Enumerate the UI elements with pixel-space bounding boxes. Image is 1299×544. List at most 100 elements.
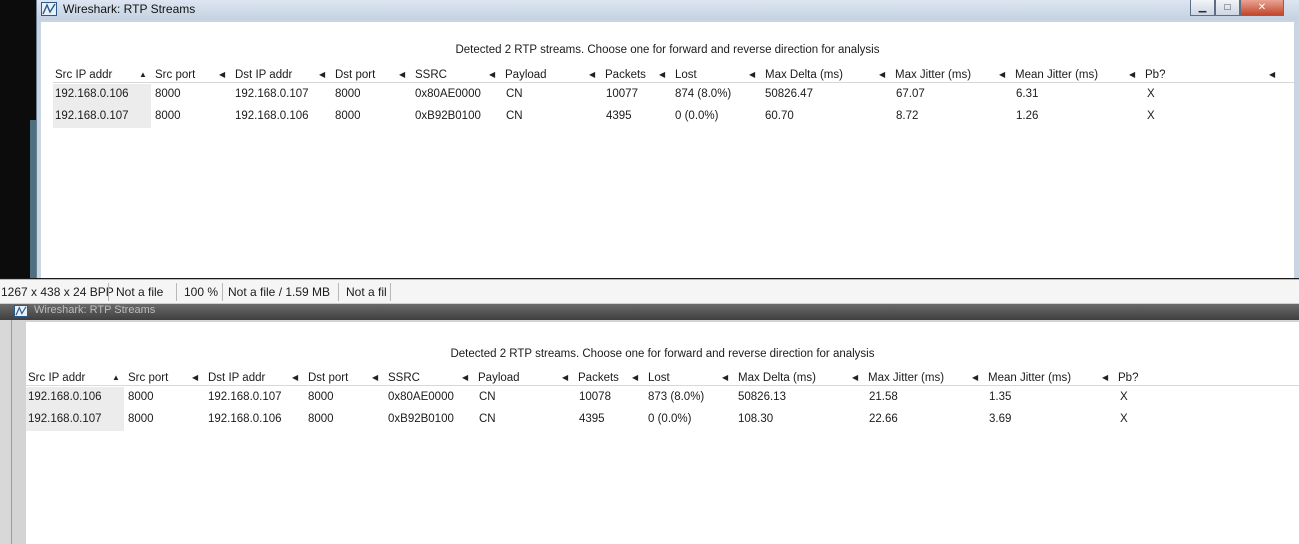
window-frame: Detected 2 RTP streams. Choose one for f… bbox=[12, 320, 1299, 544]
col-lost[interactable]: Lost bbox=[675, 68, 697, 83]
col-max-jitter[interactable]: Max Jitter (ms) bbox=[868, 371, 944, 386]
col-payload[interactable]: Payload bbox=[505, 68, 547, 83]
column-resize-arrow-icon: ◀ bbox=[1129, 70, 1136, 79]
status-divider bbox=[176, 283, 177, 301]
col-max-delta[interactable]: Max Delta (ms) bbox=[738, 371, 816, 386]
close-button[interactable]: ✕ bbox=[1240, 0, 1284, 16]
status-file: Not a file bbox=[116, 285, 164, 299]
cell-ssrc: 0xB92B0100 bbox=[415, 110, 481, 122]
column-resize-arrow-icon: ◀ bbox=[1102, 373, 1109, 382]
cell-max-delta: 50826.47 bbox=[765, 88, 813, 100]
cell-lost: 873 (8.0%) bbox=[648, 391, 705, 403]
cell-src-ip: 192.168.0.107 bbox=[26, 409, 124, 431]
column-resize-arrow-icon: ◀ bbox=[489, 70, 496, 79]
col-dst-ip[interactable]: Dst IP addr bbox=[235, 68, 292, 83]
table-header: Src IP addr ▲ Src port ◀ Dst IP addr ◀ D… bbox=[26, 370, 1299, 386]
column-resize-arrow-icon: ◀ bbox=[749, 70, 756, 79]
cell-payload: CN bbox=[506, 110, 523, 122]
col-dst-port[interactable]: Dst port bbox=[335, 68, 375, 83]
cell-packets: 4395 bbox=[579, 413, 605, 425]
cell-payload: CN bbox=[479, 391, 496, 403]
column-resize-arrow-icon: ◀ bbox=[659, 70, 666, 79]
status-extra: Not a fil bbox=[346, 285, 387, 299]
cell-src-port: 8000 bbox=[128, 413, 154, 425]
col-pb[interactable]: Pb? bbox=[1145, 68, 1165, 83]
column-resize-arrow-icon: ◀ bbox=[192, 373, 199, 382]
window-left-border bbox=[0, 320, 12, 544]
col-mean-jitter[interactable]: Mean Jitter (ms) bbox=[1015, 68, 1098, 83]
cell-src-port: 8000 bbox=[155, 110, 181, 122]
column-resize-arrow-icon: ◀ bbox=[219, 70, 226, 79]
cell-dst-ip: 192.168.0.107 bbox=[235, 88, 309, 100]
table-row[interactable]: 192.168.0.106 8000 192.168.0.107 8000 0x… bbox=[53, 84, 1294, 106]
cell-src-port: 8000 bbox=[155, 88, 181, 100]
col-dst-port[interactable]: Dst port bbox=[308, 371, 348, 386]
status-divider bbox=[222, 283, 223, 301]
col-ssrc[interactable]: SSRC bbox=[415, 68, 447, 83]
window-client: Detected 2 RTP streams. Choose one for f… bbox=[26, 322, 1299, 544]
cell-mean-jitter: 6.31 bbox=[1016, 88, 1039, 100]
maximize-button[interactable]: □ bbox=[1215, 0, 1240, 16]
cell-max-jitter: 67.07 bbox=[896, 88, 925, 100]
minimize-button[interactable]: ▁ bbox=[1190, 0, 1215, 16]
table-header: Src IP addr ▲ Src port ◀ Dst IP addr ◀ D… bbox=[53, 67, 1294, 83]
cell-mean-jitter: 1.35 bbox=[989, 391, 1012, 403]
cell-dst-port: 8000 bbox=[335, 88, 361, 100]
window-title: Wireshark: RTP Streams bbox=[34, 304, 156, 316]
col-dst-ip[interactable]: Dst IP addr bbox=[208, 371, 265, 386]
cell-max-jitter: 21.58 bbox=[869, 391, 898, 403]
status-divider bbox=[338, 283, 339, 301]
cell-max-delta: 108.30 bbox=[738, 413, 774, 425]
column-resize-arrow-icon: ◀ bbox=[399, 70, 406, 79]
image-viewer-status-bar: 1267 x 438 x 24 BPP Not a file 100 % Not… bbox=[0, 279, 1299, 304]
cell-packets: 10077 bbox=[606, 88, 638, 100]
cell-lost: 0 (0.0%) bbox=[648, 413, 692, 425]
col-max-jitter[interactable]: Max Jitter (ms) bbox=[895, 68, 971, 83]
status-divider bbox=[108, 283, 109, 301]
cell-pb: X bbox=[1147, 88, 1155, 100]
col-max-delta[interactable]: Max Delta (ms) bbox=[765, 68, 843, 83]
col-packets[interactable]: Packets bbox=[578, 371, 619, 386]
col-packets[interactable]: Packets bbox=[605, 68, 646, 83]
col-ssrc[interactable]: SSRC bbox=[388, 371, 420, 386]
col-src-ip[interactable]: Src IP addr bbox=[28, 371, 85, 386]
cell-ssrc: 0xB92B0100 bbox=[388, 413, 454, 425]
cell-mean-jitter: 3.69 bbox=[989, 413, 1012, 425]
cell-payload: CN bbox=[479, 413, 496, 425]
status-divider bbox=[390, 283, 391, 301]
col-mean-jitter[interactable]: Mean Jitter (ms) bbox=[988, 371, 1071, 386]
cell-src-ip: 192.168.0.107 bbox=[53, 106, 151, 128]
column-resize-arrow-icon: ◀ bbox=[462, 373, 469, 382]
table-row[interactable]: 192.168.0.107 8000 192.168.0.106 8000 0x… bbox=[26, 409, 1299, 431]
cell-max-delta: 50826.13 bbox=[738, 391, 786, 403]
col-payload[interactable]: Payload bbox=[478, 371, 520, 386]
window-titlebar[interactable]: Wireshark: RTP Streams ▁ □ ✕ bbox=[37, 0, 1299, 20]
cell-dst-ip: 192.168.0.106 bbox=[235, 110, 309, 122]
wireshark-fin-icon bbox=[14, 305, 28, 317]
col-src-ip[interactable]: Src IP addr bbox=[55, 68, 112, 83]
table-row[interactable]: 192.168.0.106 8000 192.168.0.107 8000 0x… bbox=[26, 387, 1299, 409]
cell-pb: X bbox=[1120, 413, 1128, 425]
col-src-port[interactable]: Src port bbox=[128, 371, 168, 386]
col-lost[interactable]: Lost bbox=[648, 371, 670, 386]
cell-max-jitter: 22.66 bbox=[869, 413, 898, 425]
window-client: Detected 2 RTP streams. Choose one for f… bbox=[41, 22, 1294, 278]
cell-ssrc: 0x80AE0000 bbox=[415, 88, 481, 100]
cell-pb: X bbox=[1120, 391, 1128, 403]
background-left-strip bbox=[0, 0, 40, 278]
cell-lost: 874 (8.0%) bbox=[675, 88, 732, 100]
cell-lost: 0 (0.0%) bbox=[675, 110, 719, 122]
cell-pb: X bbox=[1147, 110, 1155, 122]
sort-ascending-icon: ▲ bbox=[139, 70, 147, 79]
status-size: Not a file / 1.59 MB bbox=[228, 285, 331, 299]
col-src-port[interactable]: Src port bbox=[155, 68, 195, 83]
status-zoom: 100 % bbox=[184, 285, 219, 299]
window-title: Wireshark: RTP Streams bbox=[63, 2, 196, 16]
column-resize-arrow-icon: ◀ bbox=[879, 70, 886, 79]
table-row[interactable]: 192.168.0.107 8000 192.168.0.106 8000 0x… bbox=[53, 106, 1294, 128]
streams-heading: Detected 2 RTP streams. Choose one for f… bbox=[450, 348, 875, 360]
window-titlebar[interactable]: Wireshark: RTP Streams bbox=[0, 304, 1299, 320]
col-pb[interactable]: Pb? bbox=[1118, 371, 1138, 386]
cell-ssrc: 0x80AE0000 bbox=[388, 391, 454, 403]
cell-max-delta: 60.70 bbox=[765, 110, 794, 122]
